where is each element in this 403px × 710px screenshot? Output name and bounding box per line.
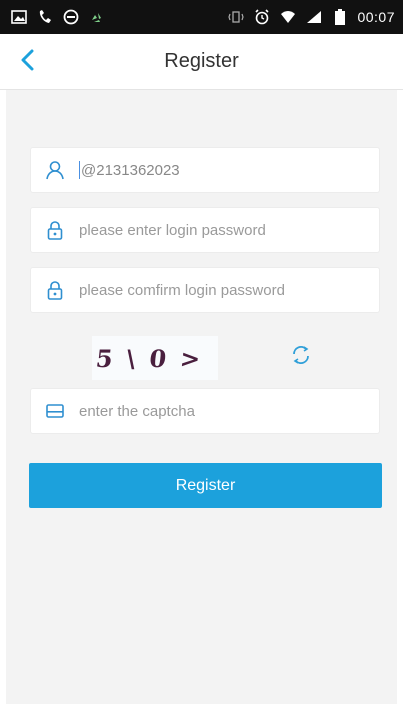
refresh-icon (290, 344, 312, 371)
status-time: 00:07 (357, 9, 395, 25)
card-icon (43, 399, 67, 423)
account-input[interactable] (81, 148, 379, 192)
password-field[interactable] (30, 207, 380, 253)
lock-icon (43, 278, 67, 302)
account-field[interactable] (30, 147, 380, 193)
chevron-left-icon (20, 49, 36, 76)
captcha-text: 5\0> (94, 343, 216, 373)
confirm-password-field[interactable] (30, 267, 380, 313)
status-right-icons: 00:07 (227, 8, 395, 26)
alarm-icon (253, 8, 271, 26)
status-left-icons (10, 8, 106, 26)
register-button[interactable]: Register (29, 463, 382, 508)
captcha-field[interactable] (30, 388, 380, 434)
missed-call-icon (36, 8, 54, 26)
lock-icon (43, 218, 67, 242)
do-not-disturb-icon (62, 8, 80, 26)
back-button[interactable] (14, 48, 42, 76)
vibrate-icon (227, 8, 245, 26)
password-input[interactable] (79, 208, 379, 252)
user-icon (43, 158, 67, 182)
captcha-image[interactable]: 5\0> (92, 336, 218, 380)
register-form: 5\0> Register (6, 90, 397, 704)
battery-icon (331, 8, 349, 26)
confirm-password-input[interactable] (79, 268, 379, 312)
refresh-captcha-button[interactable] (288, 344, 314, 370)
gallery-icon (10, 8, 28, 26)
captcha-input[interactable] (79, 389, 379, 433)
recycle-icon (88, 8, 106, 26)
text-cursor (79, 161, 80, 179)
app-bar: Register (0, 34, 403, 90)
status-bar: 00:07 (0, 0, 403, 34)
wifi-icon (279, 8, 297, 26)
page-title: Register (164, 50, 239, 72)
signal-icon (305, 8, 323, 26)
